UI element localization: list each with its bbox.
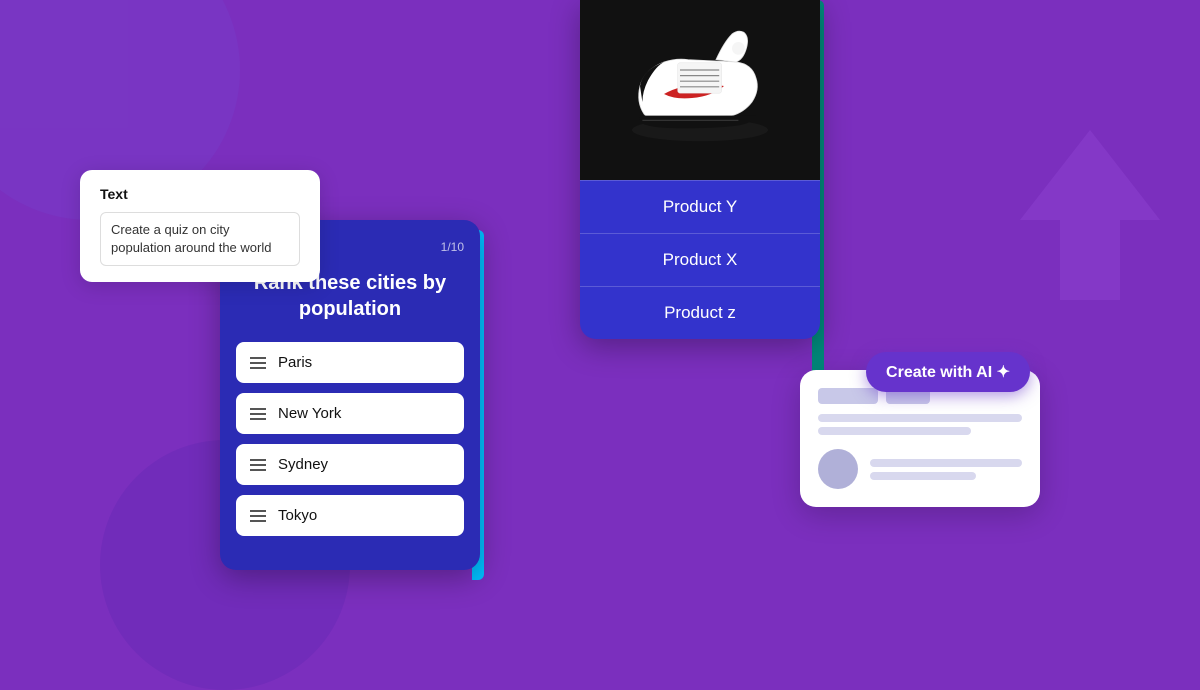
quiz-item-sydney[interactable]: Sydney — [236, 444, 464, 485]
ai-avatar-line-1 — [870, 459, 1022, 467]
arrow-decoration — [1000, 120, 1180, 325]
quiz-city-newyork: New York — [278, 405, 341, 422]
text-prompt-label: Text — [100, 186, 300, 202]
product-option-z[interactable]: Product z — [580, 286, 820, 339]
quiz-city-sydney: Sydney — [278, 456, 328, 473]
product-card: Product Y Product X Product z — [580, 0, 820, 339]
product-option-x[interactable]: Product X — [580, 233, 820, 286]
ai-line-1 — [818, 414, 1022, 422]
quiz-city-paris: Paris — [278, 354, 312, 371]
product-option-y[interactable]: Product Y — [580, 180, 820, 233]
drag-handle-tokyo — [250, 510, 266, 522]
ai-rect-1 — [818, 388, 878, 404]
ai-line-2 — [818, 427, 971, 435]
product-image — [580, 0, 820, 180]
ai-avatar-circle — [818, 449, 858, 489]
create-with-ai-label: Create with AI ✦ — [886, 362, 1010, 382]
ai-bottom-row — [818, 449, 1022, 489]
quiz-item-paris[interactable]: Paris — [236, 342, 464, 383]
create-with-ai-button[interactable]: Create with AI ✦ — [866, 352, 1030, 392]
text-prompt-card: Text Create a quiz on city population ar… — [80, 170, 320, 282]
quiz-item-tokyo[interactable]: Tokyo — [236, 495, 464, 536]
ai-text-lines — [818, 414, 1022, 435]
ai-create-card: Create with AI ✦ — [800, 370, 1040, 507]
drag-handle-paris — [250, 357, 266, 369]
ai-avatar-lines — [870, 459, 1022, 480]
text-prompt-content: Create a quiz on city population around … — [100, 212, 300, 266]
quiz-item-newyork[interactable]: New York — [236, 393, 464, 434]
quiz-city-tokyo: Tokyo — [278, 507, 317, 524]
drag-handle-sydney — [250, 459, 266, 471]
ai-avatar-line-2 — [870, 472, 976, 480]
drag-handle-newyork — [250, 408, 266, 420]
product-options: Product Y Product X Product z — [580, 180, 820, 339]
